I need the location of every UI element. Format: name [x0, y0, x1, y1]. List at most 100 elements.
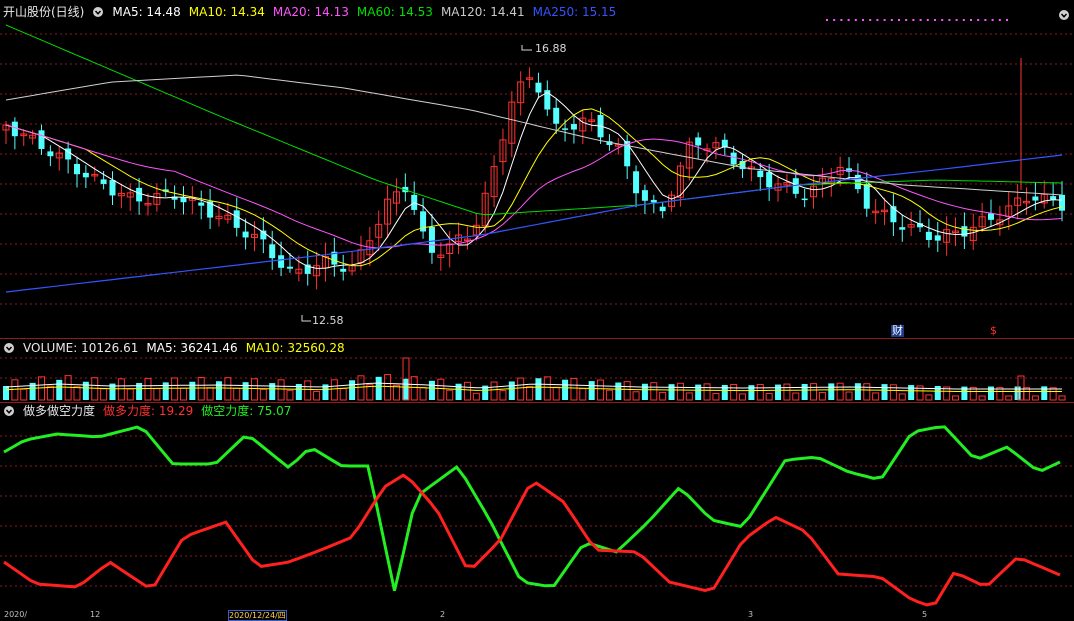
volume-bar-up — [117, 378, 125, 401]
volume-bar-down — [562, 379, 569, 400]
volume-bar-up — [836, 382, 844, 401]
volume-bar-up — [490, 381, 498, 401]
volume-bar-up — [153, 388, 161, 401]
indicator-chart[interactable] — [0, 402, 1074, 619]
candle-down — [925, 231, 932, 240]
candle-down — [242, 231, 249, 238]
candle-down — [934, 235, 941, 241]
date-axis — [0, 612, 1074, 619]
volume-bar-down — [535, 378, 542, 400]
volume-bar-down — [748, 385, 755, 400]
candle-down — [269, 244, 276, 259]
volume-bar-up — [11, 379, 19, 401]
short-force-label: 做空力度: 75.07 — [201, 404, 292, 418]
signal-dot — [862, 19, 864, 21]
signal-dot — [876, 19, 879, 21]
signal-dot — [847, 19, 850, 21]
volume-bar-up — [499, 390, 507, 401]
candle-down — [1059, 194, 1065, 211]
ma120-label: MA120: 14.41 — [440, 5, 525, 19]
volume-bar-up — [863, 383, 871, 401]
ma5-line — [5, 91, 1063, 269]
candle-down — [73, 163, 80, 175]
settings-circle-icon[interactable] — [92, 6, 104, 18]
volume-bar-up — [446, 389, 454, 401]
candle-down — [535, 82, 542, 93]
signal-dot — [991, 19, 994, 21]
volume-bar-up — [259, 388, 267, 401]
candle-down — [428, 226, 435, 253]
volume-bar-up — [197, 377, 205, 401]
volume-bar-up — [179, 387, 187, 401]
volume-bar-up — [597, 379, 605, 401]
volume-panel[interactable]: VOLUME: 10126.61 MA5: 36241.46 MA10: 325… — [0, 338, 1074, 402]
candle-down — [695, 137, 702, 146]
candle-down — [47, 151, 54, 157]
ma10-line — [5, 108, 1063, 267]
volume-bar-down — [828, 383, 835, 400]
signal-dot — [919, 19, 922, 21]
dividend-badge[interactable]: $ — [990, 325, 997, 337]
candle-down — [82, 172, 89, 178]
ma10-label: MA10: 14.34 — [188, 5, 265, 19]
volume-bar-up — [91, 377, 99, 401]
volume-bar-up — [659, 391, 667, 401]
candle-down — [136, 187, 143, 202]
candle-down — [641, 190, 648, 201]
volume-bar-up — [206, 387, 214, 401]
price-header: 开山股份(日线) MA5: 14.48 MA10: 14.34 MA20: 14… — [0, 4, 616, 20]
signal-dot — [934, 19, 936, 21]
volume-bar-down — [588, 381, 595, 400]
volume-bar-up — [46, 385, 54, 401]
indicator-settings-icon[interactable] — [3, 405, 15, 417]
volume-bar-down — [1041, 386, 1048, 400]
volume-bar-up — [126, 388, 134, 401]
volume-bar-up — [330, 379, 338, 401]
signal-dot — [854, 19, 857, 21]
volume-bar-up — [810, 383, 818, 401]
candle-down — [553, 107, 560, 124]
volume-bar-down — [3, 386, 9, 400]
signal-dot — [890, 19, 893, 21]
ma20-label: MA20: 14.13 — [272, 5, 349, 19]
low-marker — [301, 315, 311, 322]
volume-bar-down — [508, 381, 515, 400]
signal-dot — [1006, 19, 1008, 21]
candle-down — [38, 130, 45, 149]
volume-bar-up — [605, 389, 613, 401]
volume-bar-up — [100, 388, 108, 401]
volume-bar-up — [650, 382, 658, 401]
candle-down — [801, 198, 808, 201]
volume-settings-icon[interactable] — [3, 342, 15, 354]
candle-down — [730, 152, 737, 165]
volume-bar-down — [775, 384, 782, 400]
volume-bar-up — [250, 378, 258, 401]
high-price-label: 16.88 — [535, 42, 567, 55]
volume-bar-up — [925, 394, 933, 401]
signal-dot — [926, 19, 929, 21]
signal-dot — [905, 19, 908, 21]
volume-bar-up — [579, 388, 587, 401]
stock-title: 开山股份(日线) — [3, 5, 85, 19]
volume-bar-down — [428, 380, 435, 400]
candle-down — [100, 179, 107, 184]
volume-bar-up — [845, 391, 853, 401]
signal-dot — [984, 19, 987, 21]
ma250-label: MA250: 15.15 — [532, 5, 617, 19]
candle-down — [1050, 196, 1057, 200]
volume-bar-up — [978, 395, 986, 401]
candle-down — [11, 121, 18, 137]
price-panel[interactable]: 开山股份(日线) MA5: 14.48 MA10: 14.34 MA20: 14… — [0, 0, 1074, 338]
volume-bar-up — [472, 392, 480, 401]
collapse-circle-icon[interactable] — [1058, 6, 1070, 20]
signal-dot — [869, 19, 872, 21]
candle-down — [278, 255, 285, 268]
signal-dot — [948, 19, 951, 21]
volume-bar-up — [952, 395, 960, 401]
volume-bar-up — [543, 376, 551, 401]
volume-bar-down — [668, 384, 675, 400]
finance-badge[interactable]: 财 — [891, 325, 904, 337]
axis-date-label: 2 — [440, 610, 446, 619]
indicator-panel[interactable]: 做多做空力度 做多力度: 19.29 做空力度: 75.07 — [0, 402, 1074, 619]
volume-bar-down — [242, 382, 249, 400]
